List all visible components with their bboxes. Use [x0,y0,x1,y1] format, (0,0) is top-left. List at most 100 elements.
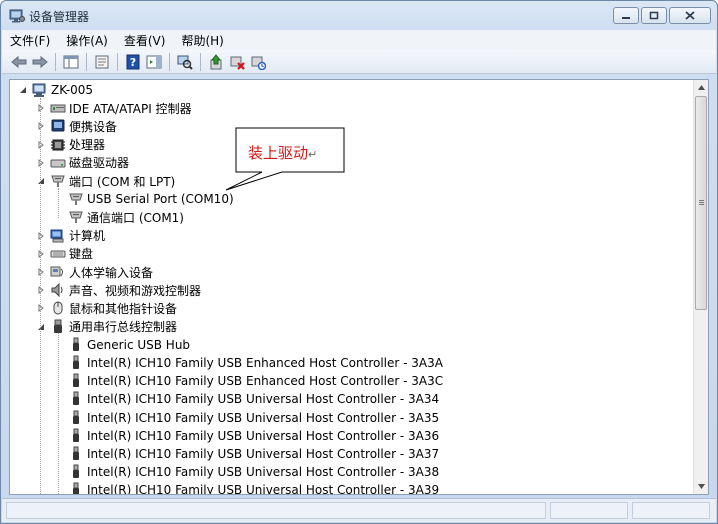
toolbar-separator [200,52,201,71]
expand-toggle[interactable] [36,267,46,277]
window-controls [613,7,711,24]
collapsed-arrow-icon [37,286,45,295]
status-cell-3 [632,502,710,519]
minimize-icon [622,16,630,19]
menu-view[interactable]: 查看(V) [124,32,166,49]
tree-item-usb-controller[interactable]: Intel(R) ICH10 Family USB Universal Host… [54,390,439,408]
menu-help[interactable]: 帮助(H) [181,32,223,49]
scroll-up-arrow[interactable] [694,80,708,95]
speaker-icon [50,282,66,298]
tree-item-usb-controller[interactable]: Intel(R) ICH10 Family USB Universal Host… [54,445,439,463]
back-button[interactable] [10,53,28,71]
menu-action[interactable]: 操作(A) [66,32,108,49]
expand-toggle[interactable] [36,121,46,131]
uninstall-icon [230,56,245,70]
tree-category-ports-com-lpt[interactable]: 端口 (COM 和 LPT) [36,172,175,190]
close-button[interactable] [669,7,711,24]
expand-toggle[interactable] [36,285,46,295]
expanded-arrow-icon [37,323,45,331]
callout-return-mark: ↵ [308,148,318,161]
portable-device-icon [50,118,66,134]
help-button[interactable]: ? [124,53,142,71]
collapsed-arrow-icon [37,158,45,167]
disable-icon [251,56,266,70]
tree-item-usb-controller[interactable]: Intel(R) ICH10 Family USB Universal Host… [54,409,439,427]
device-tree-pane[interactable]: ZK-005 IDE ATA/ATAPI 控制器 便携设备处理器 磁盘驱动器 端口 (C… [9,79,709,495]
expand-toggle[interactable] [36,140,46,150]
scroll-down-arrow[interactable] [694,479,708,494]
collapse-toggle[interactable] [36,176,46,186]
disk-drive-icon [50,155,66,171]
tree-item-usb-controller[interactable]: Intel(R) ICH10 Family USB Universal Host… [54,427,439,445]
tree-node-label: 鼠标和其他指针设备 [69,301,178,316]
properties-button[interactable] [93,53,111,71]
tree-category-computer[interactable]: 计算机 [36,227,105,245]
mouse-icon [50,300,66,316]
toolbar-separator [117,52,118,71]
show-hide-console-tree-button[interactable] [62,53,80,71]
tree-node-label: Generic USB Hub [87,337,191,352]
usb-device-icon [68,337,84,353]
device-tree[interactable]: ZK-005 IDE ATA/ATAPI 控制器 便携设备处理器 磁盘驱动器 端口 (C… [10,80,694,494]
device-manager-window: 设备管理器 文件(F) 操作(A) 查看(V) 帮助(H) ? ZK-005 I… [0,0,718,524]
tree-item-port[interactable]: USB Serial Port (COM10) [54,190,234,208]
disable-button[interactable] [249,53,267,71]
scroll-up-icon [698,85,705,90]
tree-item-usb-controller[interactable]: Generic USB Hub [54,336,190,354]
back-icon [11,55,27,68]
scroll-thumb[interactable] [695,96,707,310]
tree-node-label: 声音、视频和游戏控制器 [69,283,202,298]
collapse-toggle[interactable] [36,322,46,332]
computer-icon [50,228,66,244]
tree-item-usb-controller[interactable]: Intel(R) ICH10 Family USB Universal Host… [54,463,439,481]
expand-toggle[interactable] [36,103,46,113]
tree-category-portable-devices[interactable]: 便携设备 [36,117,117,135]
expand-toggle[interactable] [36,158,46,168]
tree-item-usb-controller[interactable]: Intel(R) ICH10 Family USB Enhanced Host … [54,372,443,390]
action-pane-button[interactable] [145,53,163,71]
expand-toggle[interactable] [36,303,46,313]
collapsed-arrow-icon [37,122,45,131]
tree-category-human-interface-devices[interactable]: 人体学输入设备 [36,263,153,281]
port-icon [68,191,84,207]
action-pane-icon [146,55,162,68]
tree-category-processors[interactable]: 处理器 [36,136,105,154]
scan-hardware-button[interactable] [176,53,194,71]
expand-toggle[interactable] [18,85,28,95]
tree-node-label: Intel(R) ICH10 Family USB Enhanced Host … [87,356,443,370]
collapsed-arrow-icon [37,268,45,276]
tree-root-node[interactable]: ZK-005 [18,81,93,99]
expanded-arrow-icon [19,86,27,94]
tree-category-sound-video-game-controllers[interactable]: 声音、视频和游戏控制器 [36,281,201,299]
tree-category-mice-pointing-devices[interactable]: 鼠标和其他指针设备 [36,299,177,317]
keyboard-icon [50,246,66,262]
tree-category-ide-ata-atapi-controllers[interactable]: IDE ATA/ATAPI 控制器 [36,99,192,117]
title-bar[interactable]: 设备管理器 [1,1,717,31]
tree-node-label: 处理器 [69,138,106,153]
tree-category-disk-drives[interactable]: 磁盘驱动器 [36,154,129,172]
update-driver-button[interactable] [207,53,225,71]
forward-button[interactable] [31,53,49,71]
expand-toggle[interactable] [36,249,46,259]
tree-item-port[interactable]: 通信端口 (COM1) [54,208,184,226]
uninstall-button[interactable] [228,53,246,71]
tree-item-usb-controller[interactable]: Intel(R) ICH10 Family USB Universal Host… [54,481,439,494]
maximize-button[interactable] [641,7,667,24]
usb-device-icon [68,373,84,389]
minimize-button[interactable] [613,7,639,24]
tree-node-label: 通信端口 (COM1) [87,210,184,225]
expand-toggle[interactable] [36,231,46,241]
vertical-scrollbar[interactable] [693,80,708,494]
port-icon [68,209,84,225]
tree-node-label: Intel(R) ICH10 Family USB Universal Host… [87,483,440,494]
properties-icon [95,55,109,68]
tree-item-usb-controller[interactable]: Intel(R) ICH10 Family USB Enhanced Host … [54,354,443,372]
tree-category-keyboards[interactable]: 键盘 [36,245,93,263]
menu-file[interactable]: 文件(F) [10,32,50,49]
status-cell-main [6,502,546,519]
